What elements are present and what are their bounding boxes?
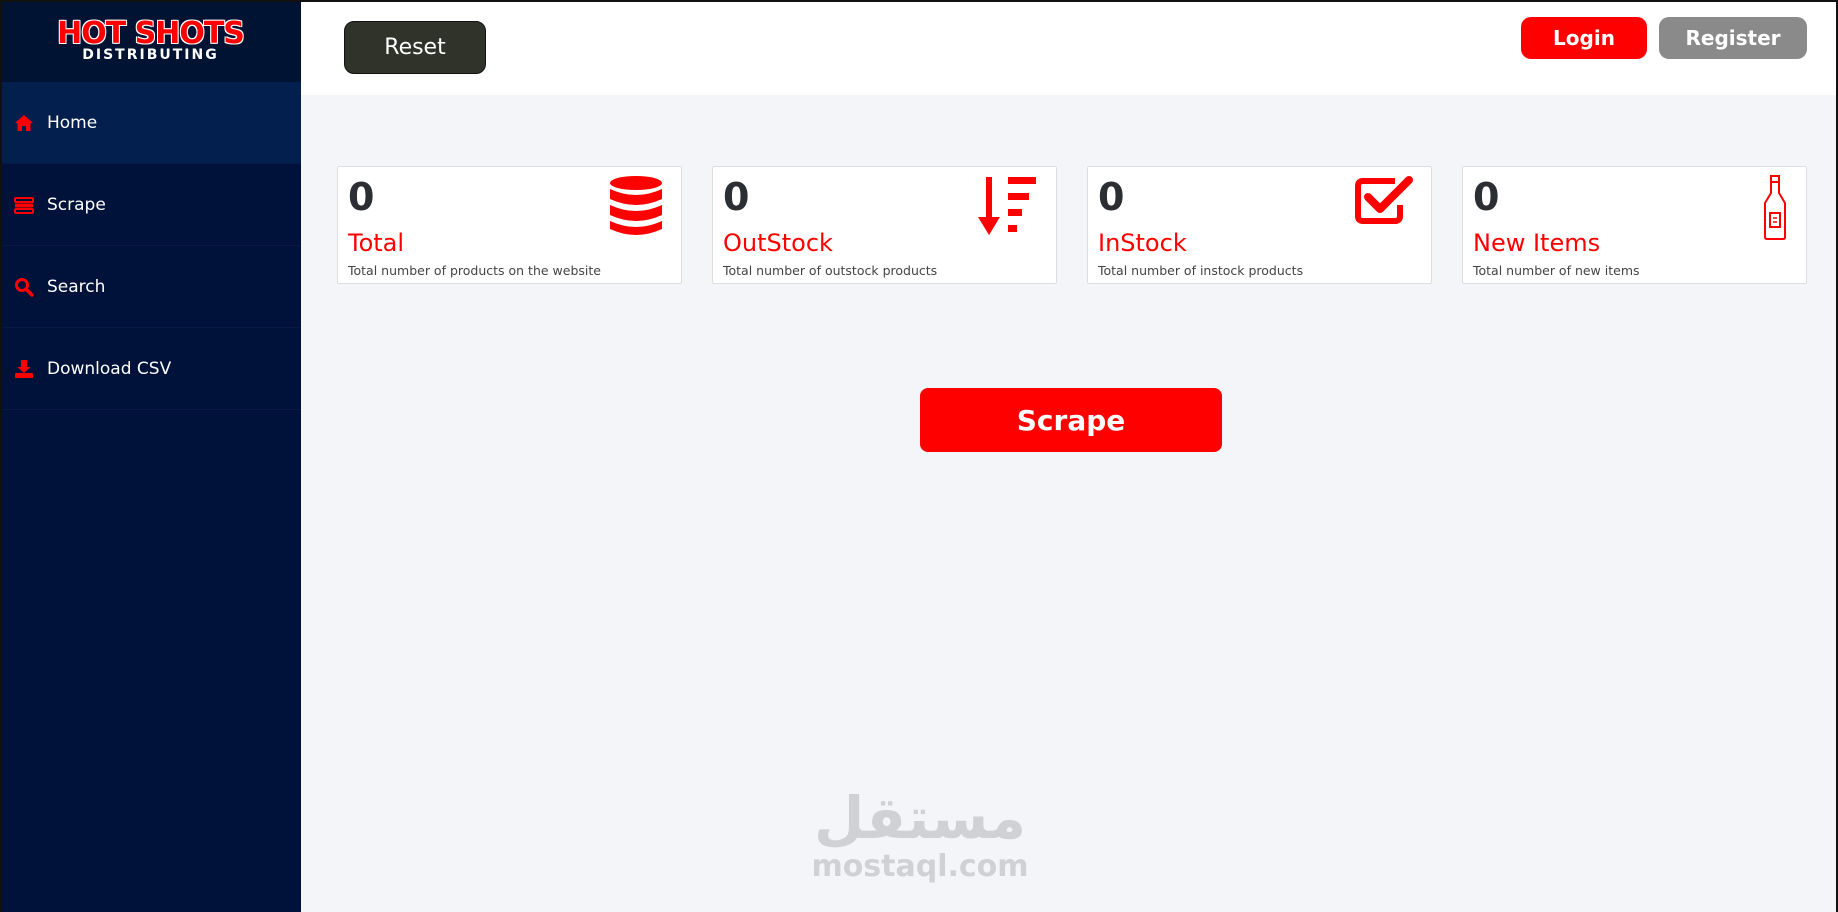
search-icon bbox=[15, 277, 34, 297]
sidebar-item-label: Home bbox=[47, 112, 98, 133]
stat-title: OutStock bbox=[723, 229, 833, 257]
sidebar-item-search[interactable]: Search bbox=[0, 246, 301, 328]
stat-description: Total number of instock products bbox=[1098, 263, 1304, 278]
home-icon bbox=[15, 114, 33, 131]
stat-title: Total bbox=[348, 229, 405, 257]
login-button[interactable]: Login bbox=[1521, 17, 1647, 59]
stat-card-new-items: 0 New Items Total number of new items bbox=[1462, 166, 1807, 284]
stat-title: InStock bbox=[1098, 229, 1187, 257]
stat-card-outstock: 0 OutStock Total number of outstock prod… bbox=[712, 166, 1057, 284]
stat-count: 0 bbox=[1473, 175, 1500, 219]
scrape-button[interactable]: Scrape bbox=[920, 388, 1222, 452]
logo-subtitle: DISTRIBUTING bbox=[82, 47, 219, 63]
logo[interactable]: HOT SHOTS DISTRIBUTING bbox=[0, 0, 301, 82]
database-icon bbox=[610, 176, 662, 235]
download-icon bbox=[15, 359, 33, 378]
watermark-latin: mostaql.com bbox=[811, 849, 1029, 884]
sidebar: HOT SHOTS DISTRIBUTING Home Scrape Searc… bbox=[0, 0, 301, 912]
stat-description: Total number of products on the website bbox=[348, 263, 601, 278]
stat-title: New Items bbox=[1473, 229, 1601, 257]
sidebar-item-label: Scrape bbox=[47, 194, 106, 215]
stat-card-instock: 0 InStock Total number of instock produc… bbox=[1087, 166, 1432, 284]
logo-title: HOT SHOTS bbox=[57, 16, 245, 51]
reset-button[interactable]: Reset bbox=[344, 21, 486, 74]
sidebar-item-scrape[interactable]: Scrape bbox=[0, 164, 301, 246]
checkbox-icon bbox=[1355, 176, 1413, 224]
sidebar-item-home[interactable]: Home bbox=[0, 82, 301, 164]
stat-count: 0 bbox=[348, 175, 375, 219]
server-icon bbox=[14, 196, 34, 214]
top-bar: Reset Login Register bbox=[301, 0, 1838, 95]
register-button[interactable]: Register bbox=[1659, 17, 1807, 59]
stat-count: 0 bbox=[723, 175, 750, 219]
stat-description: Total number of new items bbox=[1473, 263, 1640, 278]
sidebar-item-label: Download CSV bbox=[47, 358, 172, 379]
sidebar-item-download-csv[interactable]: Download CSV bbox=[0, 328, 301, 410]
sidebar-item-label: Search bbox=[47, 276, 106, 297]
sort-down-icon bbox=[978, 177, 1036, 235]
stat-description: Total number of outstock products bbox=[723, 263, 938, 278]
stat-card-total: 0 Total Total number of products on the … bbox=[337, 166, 682, 284]
bottle-icon bbox=[1764, 175, 1786, 240]
watermark-arabic: مستقل bbox=[813, 784, 1027, 852]
stat-count: 0 bbox=[1098, 175, 1125, 219]
watermark: مستقل mostaql.com bbox=[800, 785, 1040, 883]
